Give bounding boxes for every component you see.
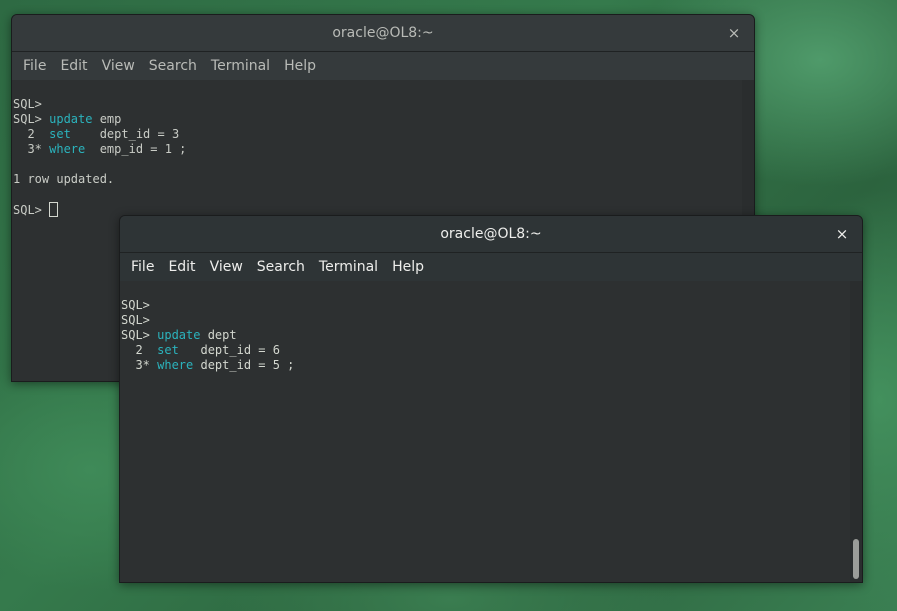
- terminal-line: SQL>: [13, 97, 42, 111]
- terminal-line: 3* where emp_id = 1 ;: [13, 142, 187, 156]
- terminal-line: SQL> update emp: [13, 112, 122, 126]
- menu-view[interactable]: View: [203, 253, 250, 281]
- menu-edit[interactable]: Edit: [161, 253, 202, 281]
- menu-file[interactable]: File: [124, 253, 161, 281]
- menu-search[interactable]: Search: [250, 253, 312, 281]
- menubar: File Edit View Search Terminal Help: [12, 52, 754, 81]
- text-cursor: [49, 202, 59, 217]
- close-icon[interactable]: ×: [724, 23, 744, 43]
- menu-help[interactable]: Help: [385, 253, 431, 281]
- terminal-output[interactable]: SQL> SQL> SQL> update dept 2 set dept_id =…: [120, 281, 850, 582]
- menu-view[interactable]: View: [95, 52, 142, 80]
- menu-edit[interactable]: Edit: [53, 52, 94, 80]
- menu-help[interactable]: Help: [277, 52, 323, 80]
- scrollbar[interactable]: [850, 281, 862, 582]
- terminal-line: SQL>: [121, 298, 150, 312]
- menubar: File Edit View Search Terminal Help: [120, 253, 862, 282]
- menu-terminal[interactable]: Terminal: [312, 253, 385, 281]
- terminal-line: SQL> update dept: [121, 328, 237, 342]
- window-title: oracle@OL8:~: [332, 25, 434, 41]
- terminal-window-front[interactable]: oracle@OL8:~ × File Edit View Search Ter…: [119, 215, 863, 583]
- terminal-line: 1 row updated.: [13, 172, 115, 186]
- titlebar[interactable]: oracle@OL8:~ ×: [12, 15, 754, 52]
- terminal-line: 2 set dept_id = 6: [121, 343, 280, 357]
- window-title: oracle@OL8:~: [440, 226, 542, 242]
- terminal-line: 3* where dept_id = 5 ;: [121, 358, 295, 372]
- close-icon[interactable]: ×: [832, 224, 852, 244]
- terminal-line: 2 set dept_id = 3: [13, 127, 180, 141]
- terminal-line: SQL>: [121, 313, 150, 327]
- menu-file[interactable]: File: [16, 52, 53, 80]
- scrollbar-thumb[interactable]: [853, 539, 859, 579]
- titlebar[interactable]: oracle@OL8:~ ×: [120, 216, 862, 253]
- menu-search[interactable]: Search: [142, 52, 204, 80]
- menu-terminal[interactable]: Terminal: [204, 52, 277, 80]
